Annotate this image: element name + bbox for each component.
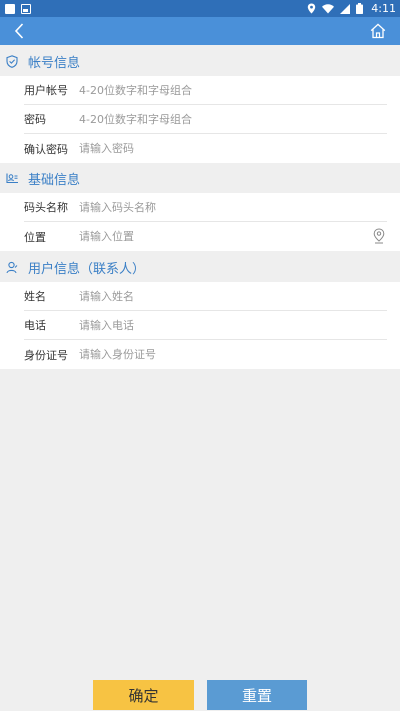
- location-row: 位置: [24, 222, 387, 251]
- id-card-icon: [6, 171, 20, 185]
- notification-icon: [5, 3, 15, 14]
- section-title-account: 帐号信息: [28, 55, 81, 71]
- user-icon: [6, 260, 20, 274]
- reset-button[interactable]: 重置: [207, 680, 307, 710]
- home-icon: [370, 23, 386, 39]
- section-title-user: 用户信息（联系人）: [28, 261, 146, 277]
- home-button[interactable]: [370, 23, 386, 39]
- status-time: 4:11: [371, 2, 396, 15]
- confirm-password-label: 确认密码: [24, 142, 68, 156]
- shield-check-icon: [6, 54, 20, 68]
- confirm-password-row: 确认密码: [24, 134, 387, 163]
- username-input[interactable]: [79, 83, 339, 97]
- id-number-row: 身份证号: [24, 340, 387, 369]
- location-input[interactable]: [79, 230, 339, 243]
- chevron-left-icon: [14, 23, 24, 39]
- password-input[interactable]: [79, 112, 339, 126]
- status-bar-left: [5, 3, 31, 14]
- name-row: 姓名: [24, 282, 387, 311]
- username-row: 用户帐号: [24, 76, 387, 105]
- wifi-icon: [322, 3, 335, 13]
- signal-icon: [340, 3, 351, 14]
- id-number-label: 身份证号: [24, 348, 68, 362]
- name-input[interactable]: [79, 289, 339, 303]
- back-button[interactable]: [14, 23, 24, 39]
- section-header-user: 用户信息（联系人）: [0, 252, 400, 282]
- basic-form: 码头名称 位置: [0, 193, 400, 251]
- status-bar: 4:11: [0, 0, 400, 17]
- status-bar-right: 4:11: [307, 2, 396, 15]
- confirm-button[interactable]: 确定: [93, 680, 194, 710]
- app-bar: [0, 17, 400, 45]
- account-form: 用户帐号 密码 确认密码: [0, 76, 400, 163]
- password-row: 密码: [24, 105, 387, 134]
- name-label: 姓名: [24, 290, 46, 303]
- location-status-icon: [308, 3, 316, 14]
- location-label: 位置: [24, 230, 46, 244]
- section-header-basic: 基础信息: [0, 163, 400, 193]
- phone-row: 电话: [24, 311, 387, 340]
- section-header-account: 帐号信息: [0, 46, 400, 76]
- dock-name-label: 码头名称: [24, 201, 68, 214]
- phone-input[interactable]: [79, 318, 339, 332]
- password-label: 密码: [24, 113, 46, 126]
- dock-name-row: 码头名称: [24, 193, 387, 222]
- location-pin-icon[interactable]: [373, 228, 385, 248]
- battery-icon: [356, 3, 364, 14]
- phone-label: 电话: [24, 319, 46, 332]
- username-label: 用户帐号: [24, 84, 68, 97]
- id-number-input[interactable]: [79, 348, 339, 361]
- section-title-basic: 基础信息: [28, 172, 81, 188]
- user-form: 姓名 电话 身份证号: [0, 282, 400, 369]
- photo-notification-icon: [21, 3, 31, 14]
- confirm-password-input[interactable]: [79, 142, 339, 155]
- dock-name-input[interactable]: [79, 200, 339, 214]
